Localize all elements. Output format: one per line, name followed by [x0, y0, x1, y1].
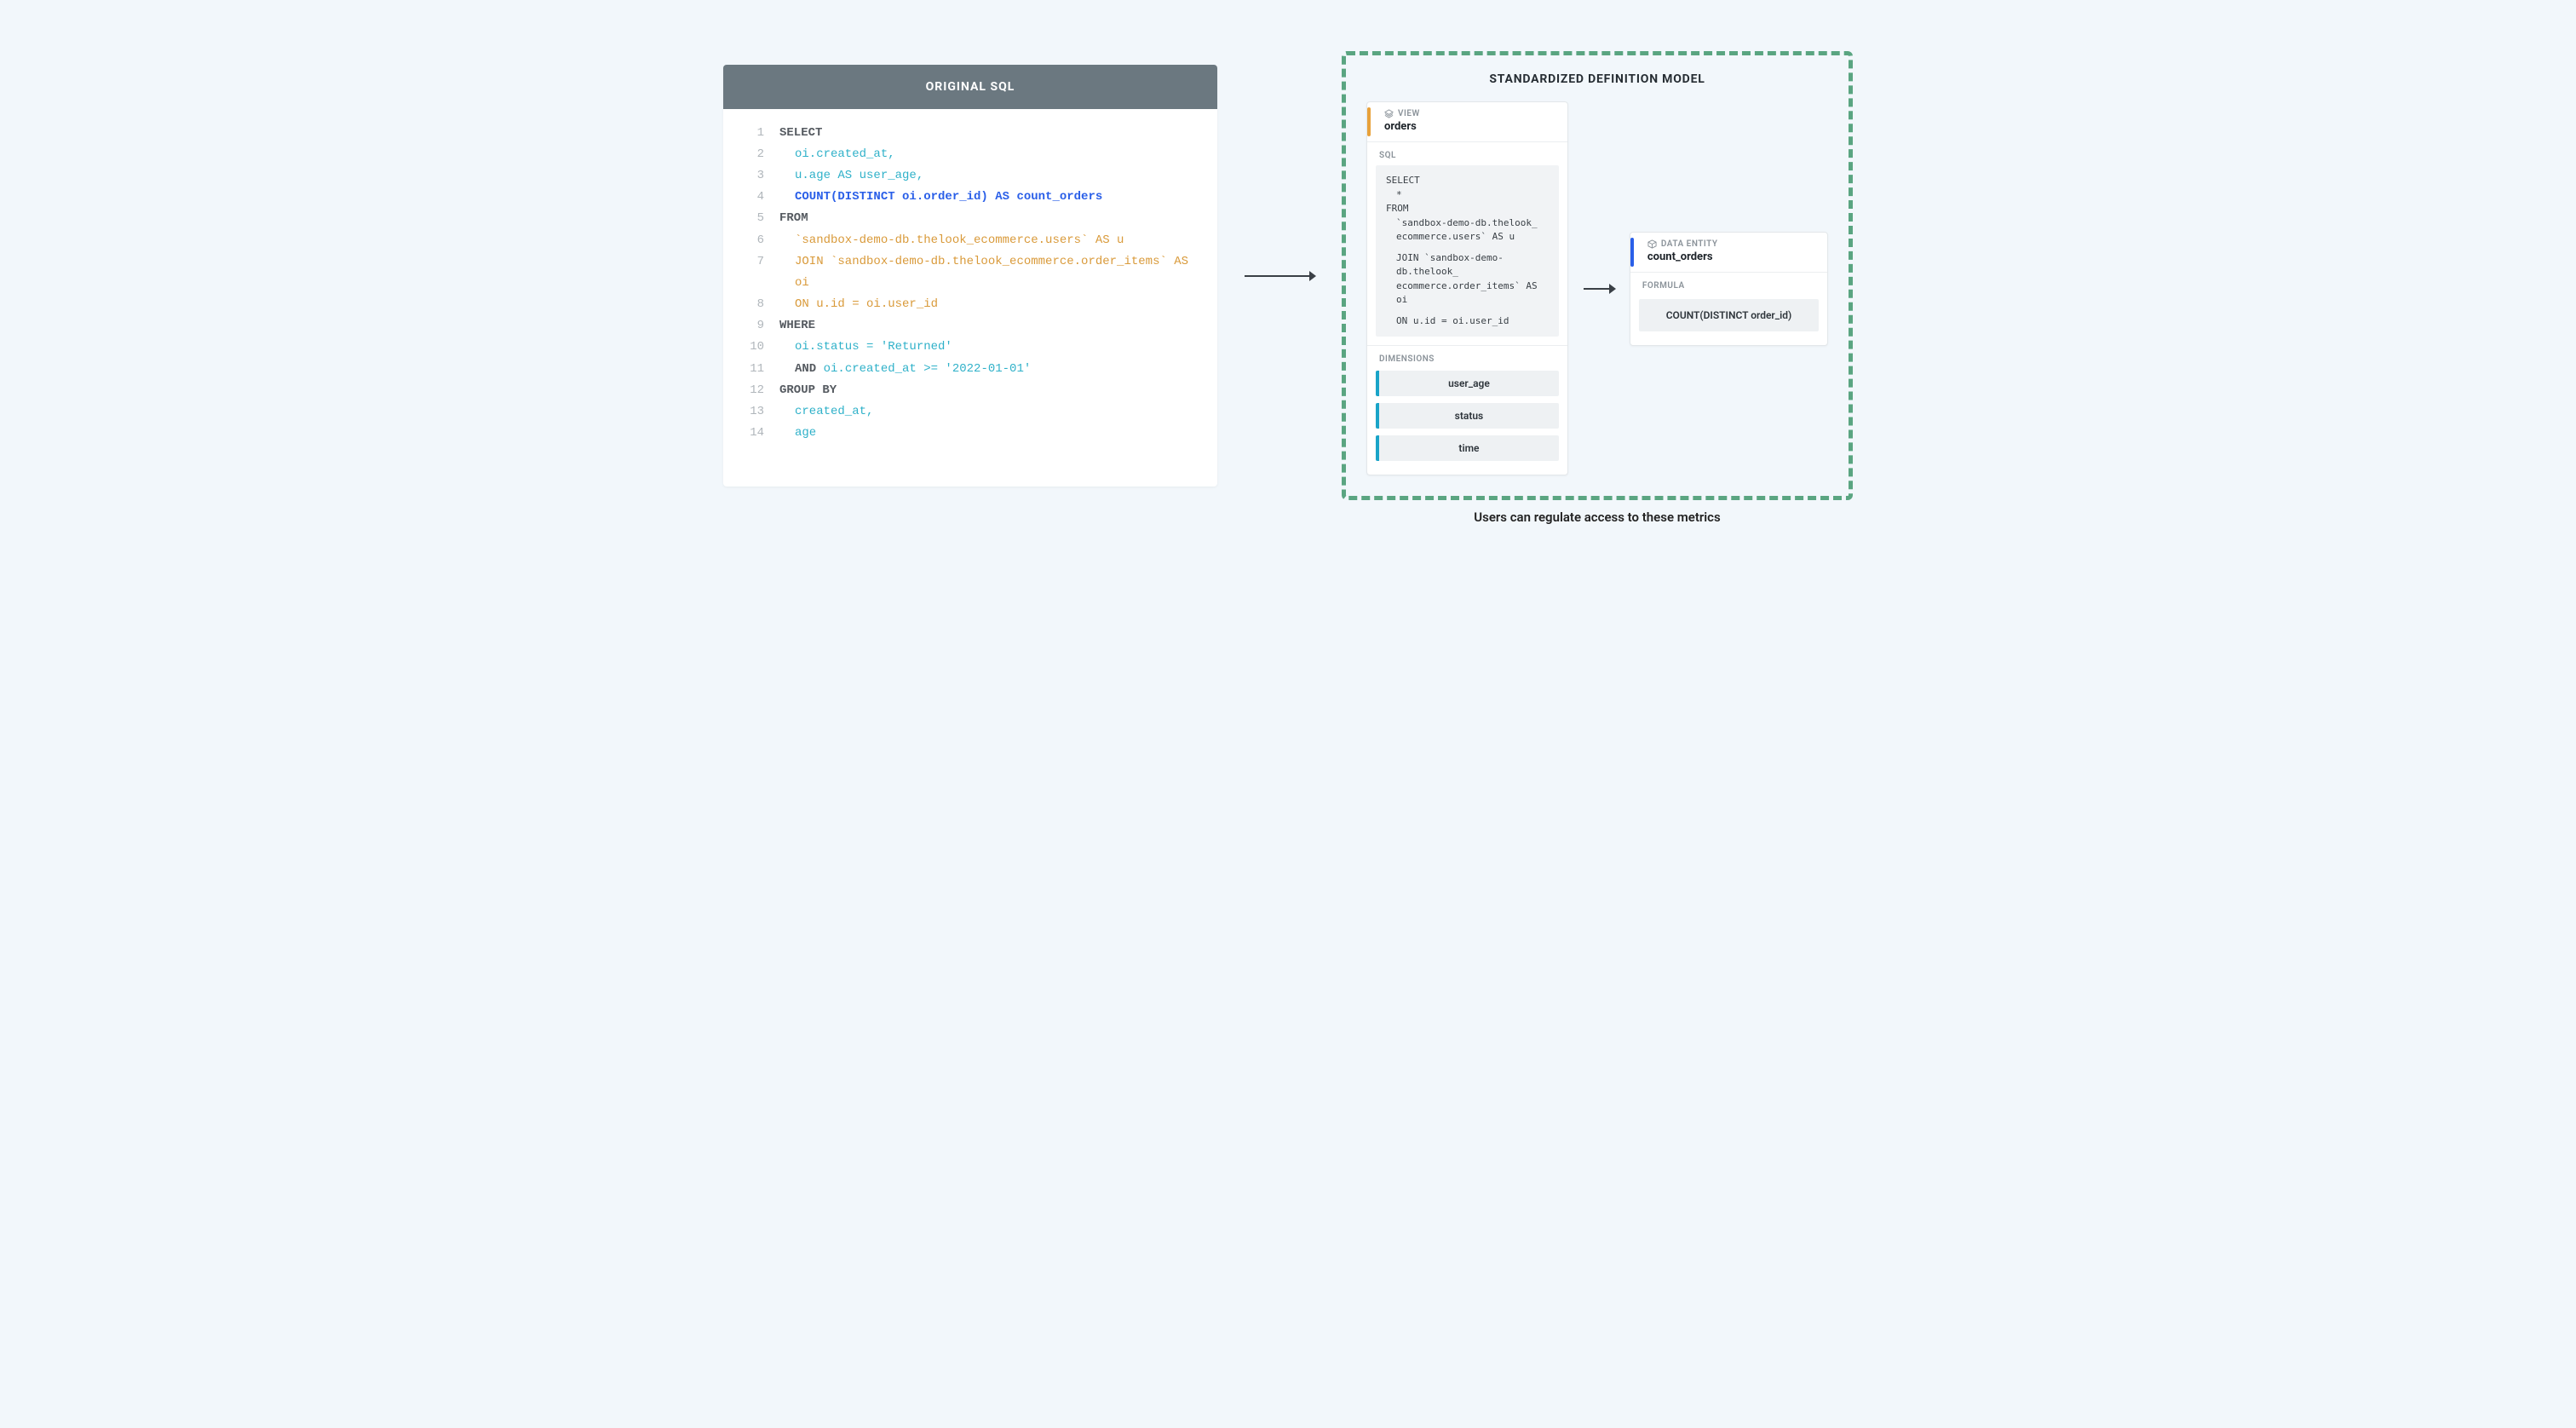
line-number: 1	[740, 123, 764, 144]
code-line-content: age	[779, 423, 816, 444]
code-line: 13 created_at,	[740, 401, 1200, 423]
diagram-canvas: ORIGINAL SQL 1 SELECT 2 oi.created_at, 3 u.ag…	[723, 51, 1853, 500]
sql-line: FROM	[1386, 202, 1549, 216]
sql-line: ON u.id = oi.user_id	[1386, 314, 1549, 329]
line-number: 8	[740, 294, 764, 315]
line-number: 9	[740, 315, 764, 337]
code-line: 2 oi.created_at,	[740, 144, 1200, 165]
code-line: 11 AND oi.created_at >= '2022-01-01'	[740, 359, 1200, 380]
sql-code-block: 1 SELECT 2 oi.created_at, 3 u.age AS user_age…	[723, 109, 1217, 487]
code-line-content: SELECT	[779, 123, 822, 144]
code-line-content: oi.created_at,	[779, 144, 895, 165]
code-line-content: `sandbox-demo-db.thelook_ecommerce.users…	[779, 230, 1124, 251]
sql-line: *	[1386, 188, 1549, 203]
line-number: 2	[740, 144, 764, 165]
model-title: STANDARDIZED DEFINITION MODEL	[1366, 72, 1828, 86]
dimension-chip: user_age	[1376, 371, 1559, 396]
code-token: u.age AS user_age,	[795, 169, 923, 182]
view-sql-block: SELECT * FROM `sandbox-demo-db.thelook_ …	[1376, 165, 1559, 337]
line-number: 12	[740, 380, 764, 401]
sql-line: ecommerce.users` AS u	[1386, 230, 1549, 245]
code-line-content: u.age AS user_age,	[779, 165, 923, 187]
line-number: 6	[740, 230, 764, 251]
original-sql-title: ORIGINAL SQL	[723, 65, 1217, 109]
code-line: 6 `sandbox-demo-db.thelook_ecommerce.user…	[740, 230, 1200, 251]
code-line-content: created_at,	[779, 401, 873, 423]
entity-label: DATA ENTITY	[1661, 239, 1718, 249]
code-token: oi.status = 'Returned'	[795, 340, 952, 354]
formula-label: FORMULA	[1630, 273, 1827, 296]
cube-icon	[1647, 239, 1657, 249]
sql-line: ecommerce.order_items` AS oi	[1386, 279, 1549, 308]
code-line: 12 GROUP BY	[740, 380, 1200, 401]
code-line: 3 u.age AS user_age,	[740, 165, 1200, 187]
standardized-model-container: STANDARDIZED DEFINITION MODEL VIEW order…	[1342, 51, 1853, 500]
code-line: 14 age	[740, 423, 1200, 444]
entity-name: count_orders	[1647, 250, 1817, 263]
view-sql-label: SQL	[1367, 142, 1567, 165]
model-caption: Users can regulate access to these metri…	[1346, 510, 1849, 525]
code-token: ON u.id = oi.user_id	[795, 297, 938, 311]
code-line: 7 JOIN `sandbox-demo-db.thelook_ecommerce…	[740, 251, 1200, 294]
sql-line: `sandbox-demo-db.thelook_	[1386, 216, 1549, 231]
arrow-icon	[1582, 280, 1616, 297]
code-line-content: JOIN `sandbox-demo-db.thelook_ecommerce.…	[779, 251, 1200, 294]
code-line: 5 FROM	[740, 208, 1200, 229]
code-token: created_at,	[795, 405, 873, 418]
dimension-chip: status	[1376, 403, 1559, 429]
formula-value: COUNT(DISTINCT order_id)	[1639, 299, 1819, 331]
line-number: 10	[740, 337, 764, 358]
line-number: 14	[740, 423, 764, 444]
dimensions-label: DIMENSIONS	[1367, 346, 1567, 369]
model-body: VIEW orders SQL SELECT * FROM `sandbox-d…	[1366, 101, 1828, 475]
view-accent-bar	[1367, 107, 1371, 136]
view-card: VIEW orders SQL SELECT * FROM `sandbox-d…	[1366, 101, 1568, 475]
code-token: JOIN `sandbox-demo-db.thelook_ecommerce.…	[795, 255, 1188, 290]
dimensions-list: user_agestatus time	[1367, 369, 1567, 464]
data-entity-card: DATA ENTITY count_orders FORMULA COUNT(D…	[1630, 232, 1828, 346]
view-name: orders	[1384, 120, 1557, 133]
sql-line: JOIN `sandbox-demo-db.thelook_	[1386, 251, 1549, 279]
code-line-content: WHERE	[779, 315, 815, 337]
view-label: VIEW	[1398, 109, 1420, 118]
line-number: 5	[740, 208, 764, 229]
line-number: 4	[740, 187, 764, 208]
line-number: 11	[740, 359, 764, 380]
code-token: SELECT	[779, 126, 822, 140]
line-number: 3	[740, 165, 764, 187]
code-line-content: GROUP BY	[779, 380, 837, 401]
line-number: 13	[740, 401, 764, 423]
code-token: AND	[795, 362, 824, 376]
sql-line: SELECT	[1386, 174, 1549, 188]
layers-icon	[1384, 109, 1394, 118]
code-line: 9 WHERE	[740, 315, 1200, 337]
code-line-content: AND oi.created_at >= '2022-01-01'	[779, 359, 1031, 380]
code-token: FROM	[779, 211, 808, 225]
code-token: age	[795, 426, 816, 440]
entity-accent-bar	[1630, 238, 1634, 267]
code-line: 4 COUNT(DISTINCT oi.order_id) AS count_or…	[740, 187, 1200, 208]
code-token: COUNT(DISTINCT oi.order_id) AS count_ord…	[795, 190, 1102, 204]
code-token: WHERE	[779, 319, 815, 332]
code-line-content: COUNT(DISTINCT oi.order_id) AS count_ord…	[779, 187, 1102, 208]
dimension-chip: time	[1376, 435, 1559, 461]
code-token: oi.created_at,	[795, 147, 895, 161]
code-line: 10 oi.status = 'Returned'	[740, 337, 1200, 358]
original-sql-panel: ORIGINAL SQL 1 SELECT 2 oi.created_at, 3 u.ag…	[723, 65, 1217, 487]
code-line-content: ON u.id = oi.user_id	[779, 294, 938, 315]
code-line: 1 SELECT	[740, 123, 1200, 144]
code-token: `sandbox-demo-db.thelook_ecommerce.users…	[795, 233, 1124, 247]
code-token: oi.created_at >= '2022-01-01'	[824, 362, 1032, 376]
code-line-content: oi.status = 'Returned'	[779, 337, 952, 358]
entity-label-row: DATA ENTITY	[1647, 239, 1817, 249]
line-number: 7	[740, 251, 764, 294]
arrow-icon	[1243, 268, 1316, 285]
code-line: 8 ON u.id = oi.user_id	[740, 294, 1200, 315]
code-token: GROUP BY	[779, 383, 837, 397]
code-line-content: FROM	[779, 208, 808, 229]
view-label-row: VIEW	[1384, 109, 1557, 118]
